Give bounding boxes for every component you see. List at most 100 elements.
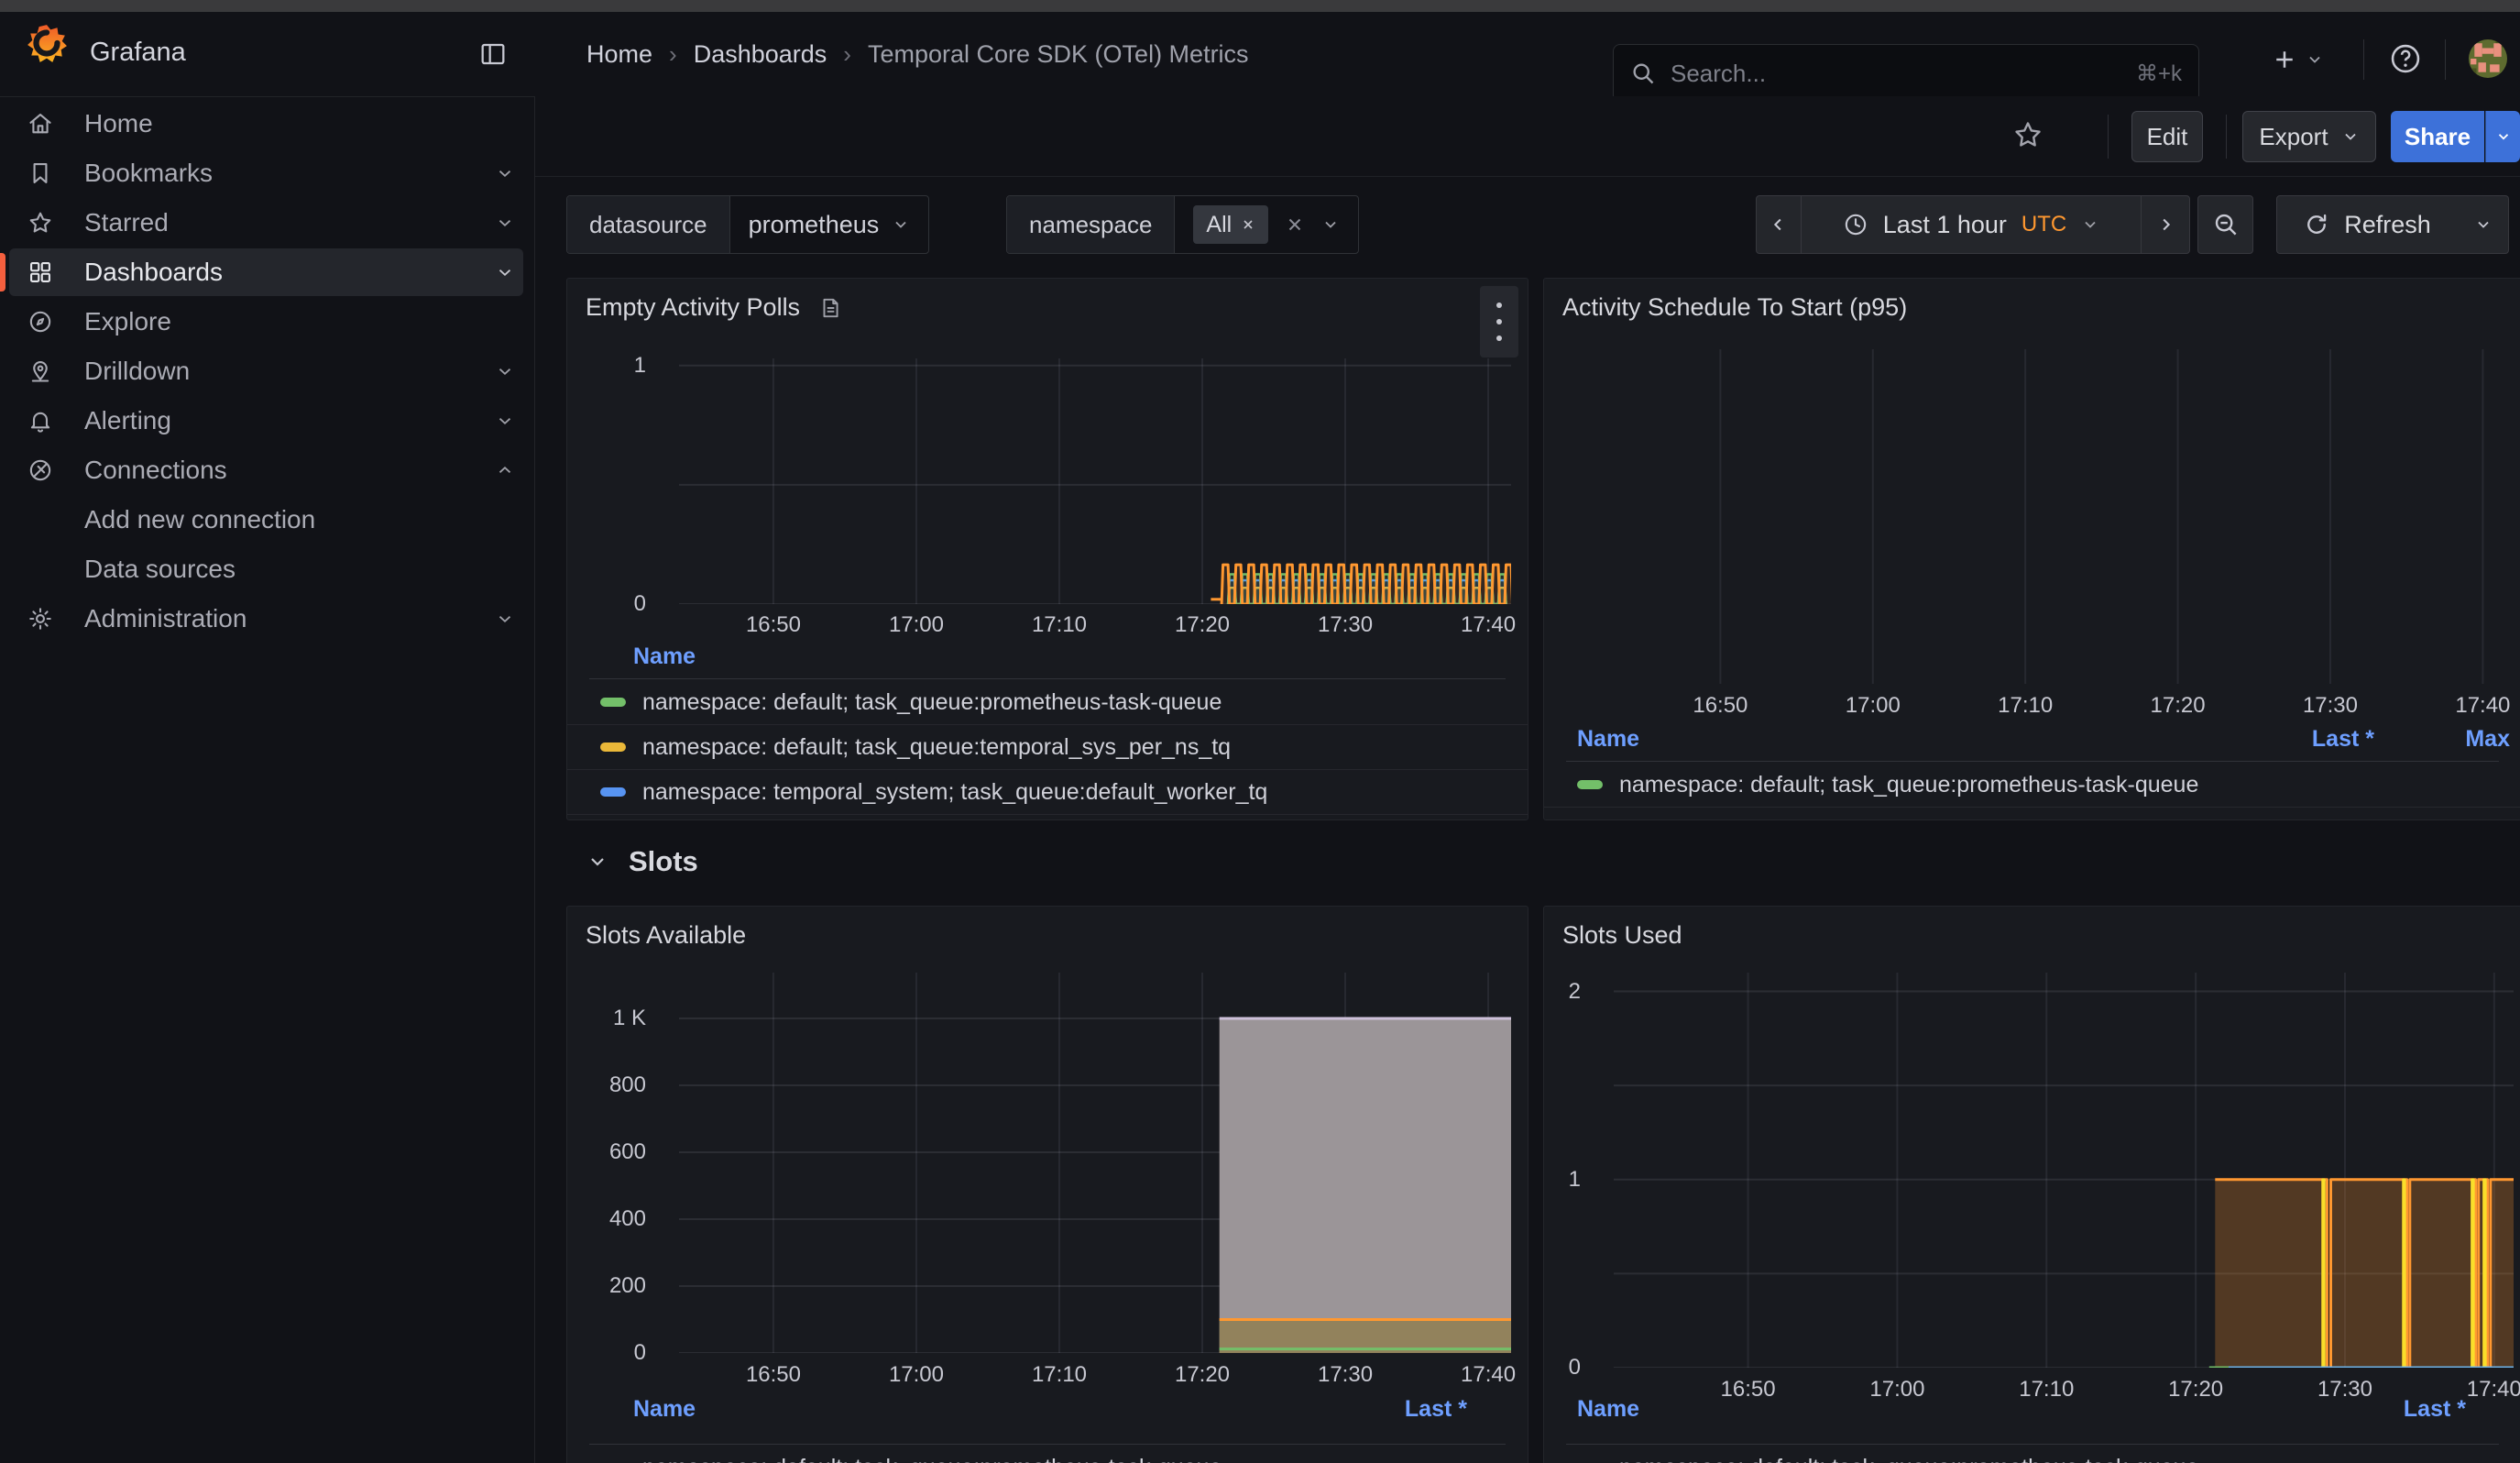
- chart-activity-schedule-to-start[interactable]: [1559, 349, 2512, 684]
- chevron-up-icon[interactable]: [495, 460, 515, 480]
- chevron-down-icon: [2474, 215, 2493, 234]
- sidebar-item-administration[interactable]: Administration: [0, 595, 534, 643]
- legend-column-last[interactable]: Last *: [1405, 1396, 1467, 1423]
- sidebar-item-connections[interactable]: Connections: [0, 446, 534, 494]
- breadcrumb-current: Temporal Core SDK (OTel) Metrics: [868, 40, 1249, 69]
- avatar[interactable]: [2469, 39, 2507, 78]
- legend-separator: [1566, 761, 2499, 762]
- sidebar-item-explore[interactable]: Explore: [0, 298, 534, 346]
- legend-row[interactable]: namespace: default; task_queue:prometheu…: [1544, 1446, 2520, 1463]
- chart-empty-activity-polls[interactable]: [679, 358, 1511, 604]
- chevron-down-icon[interactable]: [495, 609, 515, 629]
- star-icon: [2012, 119, 2043, 150]
- clear-icon[interactable]: [1285, 214, 1305, 235]
- legend-row[interactable]: namespace: default; task_queue:prometheu…: [567, 1446, 1528, 1463]
- section-row-slots[interactable]: Slots: [586, 842, 698, 882]
- sidebar-item-data-sources[interactable]: Data sources: [0, 545, 534, 593]
- panel-empty-activity-polls: Empty Activity Polls 01 16:5017:0017:101…: [566, 278, 1528, 820]
- sidebar-item-alerting[interactable]: Alerting: [0, 397, 534, 445]
- legend-row[interactable]: namespace: default; task_queue:temporal_…: [567, 725, 1528, 770]
- chevron-down-icon[interactable]: [495, 213, 515, 233]
- help-button[interactable]: [2389, 42, 2422, 75]
- legend-swatch: [1577, 780, 1603, 789]
- y-axis-tick-label: 0: [1569, 1355, 1581, 1380]
- legend-swatch: [600, 787, 626, 797]
- legend-column-last[interactable]: Last *: [2312, 726, 2374, 753]
- chart-slots-used[interactable]: [1614, 973, 2514, 1368]
- chevron-down-icon[interactable]: [495, 361, 515, 381]
- time-range-picker[interactable]: Last 1 hour UTC: [1801, 195, 2142, 254]
- legend-row[interactable]: namespace: default; task_queue:prometheu…: [567, 680, 1528, 725]
- section-title: Slots: [629, 845, 698, 878]
- share-button[interactable]: Share: [2391, 111, 2484, 162]
- datasource-value-dropdown[interactable]: prometheus: [730, 196, 929, 253]
- legend-label: namespace: default; task_queue:prometheu…: [642, 689, 1222, 716]
- chevron-down-icon[interactable]: [495, 163, 515, 183]
- legend-column-name[interactable]: Name: [1577, 726, 1639, 753]
- legend-label: namespace: default; task_queue:prometheu…: [1619, 772, 2198, 798]
- legend-swatch: [600, 698, 626, 707]
- panel-slots-available: Slots Available 02004006008001 K 16:5017…: [566, 906, 1528, 1463]
- sidebar-item-add-new-connection[interactable]: Add new connection: [0, 496, 534, 544]
- panel-title[interactable]: Slots Used: [1562, 921, 1682, 950]
- panel-title[interactable]: Empty Activity Polls: [586, 293, 842, 322]
- chevron-down-icon: [2081, 215, 2099, 234]
- close-icon[interactable]: [1241, 217, 1255, 232]
- compass-icon: [27, 309, 53, 335]
- legend-row[interactable]: namespace: default; task_queue:prometheu…: [1544, 763, 2520, 808]
- x-axis-tick-label: 17:10: [1032, 612, 1087, 638]
- sidebar-item-dashboards[interactable]: Dashboards: [0, 248, 534, 296]
- legend-row[interactable]: namespace: temporal_system; task_queue:d…: [567, 770, 1528, 815]
- breadcrumb-home[interactable]: Home: [586, 40, 652, 69]
- sidebar-item-starred[interactable]: Starred: [0, 199, 534, 247]
- top-nav-bar: Grafana Home › Dashboards › Temporal Cor…: [0, 12, 2520, 97]
- panel-title[interactable]: Slots Available: [586, 921, 746, 950]
- panel-title[interactable]: Activity Schedule To Start (p95): [1562, 293, 1907, 322]
- zoom-out-icon: [2212, 211, 2240, 238]
- sidebar-item-home[interactable]: Home: [0, 100, 534, 148]
- legend-column-name[interactable]: Name: [1577, 1396, 1639, 1423]
- edit-button[interactable]: Edit: [2131, 111, 2203, 162]
- sidebar-item-bookmarks[interactable]: Bookmarks: [0, 149, 534, 197]
- time-shift-back-button[interactable]: [1756, 195, 1802, 254]
- plug-icon: [27, 457, 53, 483]
- namespace-chip-all[interactable]: All: [1193, 205, 1268, 244]
- time-shift-forward-button[interactable]: [2141, 195, 2190, 254]
- x-axis: 16:5017:0017:1017:2017:3017:40: [679, 1362, 1511, 1393]
- y-axis-tick-label: 1: [1569, 1167, 1581, 1193]
- panel-menu-button[interactable]: [1480, 286, 1518, 358]
- search-box[interactable]: ⌘+k: [1613, 44, 2199, 103]
- legend-column-name[interactable]: Name: [633, 1396, 696, 1423]
- timezone-label: UTC: [2021, 212, 2066, 237]
- legend-column-max[interactable]: Max: [2465, 726, 2510, 753]
- sidebar-toggle-button[interactable]: [478, 39, 508, 69]
- refresh-interval-dropdown[interactable]: [2458, 195, 2509, 254]
- legend: namespace: default; task_queue:prometheu…: [567, 680, 1528, 815]
- zoom-out-button[interactable]: [2197, 195, 2253, 254]
- grafana-app: Grafana Home › Dashboards › Temporal Cor…: [0, 0, 2520, 1463]
- chevron-down-icon: [2306, 50, 2324, 69]
- search-input[interactable]: [1669, 59, 2136, 89]
- y-axis-tick-label: 400: [609, 1206, 646, 1232]
- add-menu-button[interactable]: [2271, 34, 2324, 85]
- legend-label: namespace: default; task_queue:prometheu…: [1619, 1455, 2198, 1463]
- grafana-logo[interactable]: [26, 23, 68, 65]
- chevron-down-icon[interactable]: [495, 262, 515, 282]
- panel-description-icon[interactable]: [818, 296, 842, 320]
- sidebar-item-drilldown[interactable]: Drilldown: [0, 347, 534, 395]
- panel-slots-used: Slots Used 012 16:5017:0017:1017:2017:30…: [1543, 906, 2520, 1463]
- legend: namespace: default; task_queue:prometheu…: [567, 1446, 1528, 1463]
- chart-slots-available[interactable]: [679, 973, 1511, 1353]
- chevron-down-icon[interactable]: [1321, 215, 1340, 234]
- y-axis-tick-label: 200: [609, 1273, 646, 1299]
- legend-column-last[interactable]: Last *: [2404, 1396, 2466, 1423]
- search-icon: [1630, 60, 1656, 86]
- x-axis-tick-label: 16:50: [746, 1362, 801, 1388]
- export-button[interactable]: Export: [2242, 111, 2376, 162]
- refresh-button[interactable]: Refresh: [2276, 195, 2459, 254]
- favorite-star-button[interactable]: [2012, 119, 2043, 150]
- share-dropdown-button[interactable]: [2485, 111, 2520, 162]
- legend-column-name[interactable]: Name: [633, 644, 696, 670]
- chevron-down-icon[interactable]: [495, 411, 515, 431]
- breadcrumb-dashboards[interactable]: Dashboards: [694, 40, 827, 69]
